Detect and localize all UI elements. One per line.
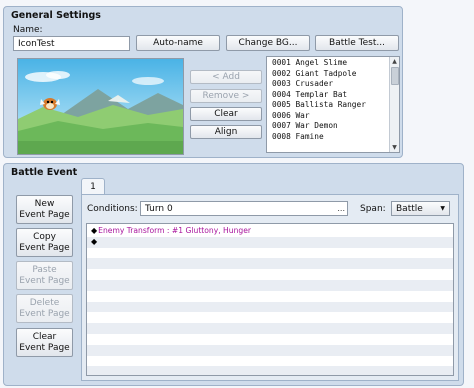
new-event-page-label-1: New	[34, 198, 55, 209]
event-command-empty-row	[87, 356, 453, 367]
event-command-empty-row	[87, 279, 453, 291]
list-item[interactable]: 0006 War	[267, 111, 399, 122]
event-command-empty-row	[87, 312, 453, 323]
event-command-empty-row	[87, 248, 453, 259]
command-bullet-icon: ◆	[91, 226, 98, 235]
scroll-thumb[interactable]	[391, 67, 399, 85]
copy-event-page-label-1: Copy	[33, 231, 56, 242]
battle-preview[interactable]	[17, 58, 184, 155]
event-command-list[interactable]: ◆Enemy Transform : #1 Gluttony, Hunger ◆	[86, 223, 454, 376]
event-page-body: Conditions: Turn 0 ... Span: Battle ▼ ◆E…	[81, 194, 459, 381]
enemy-list-scrollbar[interactable]: ▲ ▼	[389, 57, 399, 152]
tab-page-1-label: 1	[90, 182, 96, 192]
battle-event-title: Battle Event	[11, 167, 78, 178]
new-event-page-button[interactable]: New Event Page	[16, 195, 73, 224]
list-item[interactable]: 0007 War Demon	[267, 121, 399, 132]
battle-event-panel: Battle Event New Event Page Copy Event P…	[3, 163, 464, 386]
remove-enemy-button[interactable]: Remove >	[190, 89, 262, 103]
clear-event-page-label-2: Event Page	[19, 342, 70, 353]
event-command-text: Enemy Transform : #1 Gluttony, Hunger	[98, 226, 252, 235]
general-settings-title: General Settings	[11, 10, 101, 21]
add-enemy-button[interactable]: < Add	[190, 70, 262, 84]
delete-event-page-label-2: Event Page	[19, 308, 70, 319]
copy-event-page-label-2: Event Page	[19, 242, 70, 253]
change-bg-button[interactable]: Change BG...	[226, 35, 310, 51]
event-command-empty-row	[87, 291, 453, 302]
paste-event-page-label-2: Event Page	[19, 275, 70, 286]
conditions-label: Conditions:	[87, 204, 138, 214]
paste-event-page-button[interactable]: Paste Event Page	[16, 261, 73, 290]
scroll-up-icon[interactable]: ▲	[390, 57, 399, 66]
delete-event-page-label-1: Delete	[29, 297, 60, 308]
span-value: Battle	[396, 203, 423, 214]
event-command-row[interactable]: ◆Enemy Transform : #1 Gluttony, Hunger	[87, 226, 453, 237]
span-label: Span:	[360, 204, 386, 214]
list-item[interactable]: 0003 Crusader	[267, 79, 399, 90]
clear-enemies-button[interactable]: Clear	[190, 107, 262, 121]
event-command-empty-row	[87, 301, 453, 313]
delete-event-page-button[interactable]: Delete Event Page	[16, 294, 73, 323]
conditions-ellipsis-button[interactable]: ...	[337, 204, 345, 213]
list-item[interactable]: 0004 Templar Bat	[267, 90, 399, 101]
event-command-empty-row	[87, 366, 453, 375]
list-item[interactable]: 0008 Famine	[267, 132, 399, 143]
paste-event-page-label-1: Paste	[32, 264, 57, 275]
event-command-empty-row	[87, 323, 453, 334]
list-item[interactable]: 0001 Angel Slime	[267, 58, 399, 69]
event-command-empty-row	[87, 269, 453, 280]
list-item[interactable]: 0005 Ballista Ranger	[267, 100, 399, 111]
align-enemies-button[interactable]: Align	[190, 125, 262, 139]
enemy-sprite-icon[interactable]	[39, 93, 61, 113]
list-item[interactable]: 0002 Giant Tadpole	[267, 69, 399, 80]
event-command-row[interactable]: ◆	[87, 236, 453, 248]
enemy-list[interactable]: 0001 Angel Slime 0002 Giant Tadpole 0003…	[266, 56, 400, 153]
auto-name-button[interactable]: Auto-name	[136, 35, 220, 51]
scroll-down-icon[interactable]: ▼	[390, 143, 399, 152]
event-command-empty-row	[87, 344, 453, 356]
copy-event-page-button[interactable]: Copy Event Page	[16, 228, 73, 257]
troop-name-input[interactable]: IconTest	[13, 36, 130, 51]
clear-event-page-button[interactable]: Clear Event Page	[16, 328, 73, 357]
conditions-value: Turn 0	[145, 203, 173, 214]
event-command-empty-row	[87, 334, 453, 345]
command-bullet-icon: ◆	[91, 236, 98, 246]
span-select[interactable]: Battle ▼	[391, 201, 450, 216]
name-label: Name:	[13, 25, 43, 35]
event-command-empty-row	[87, 258, 453, 270]
general-settings-panel: General Settings Name: IconTest Auto-nam…	[3, 6, 403, 158]
battle-test-button[interactable]: Battle Test...	[315, 35, 399, 51]
clear-event-page-label-1: Clear	[32, 331, 57, 342]
conditions-field[interactable]: Turn 0 ...	[140, 201, 348, 216]
new-event-page-label-2: Event Page	[19, 209, 70, 220]
chevron-down-icon: ▼	[440, 205, 445, 212]
